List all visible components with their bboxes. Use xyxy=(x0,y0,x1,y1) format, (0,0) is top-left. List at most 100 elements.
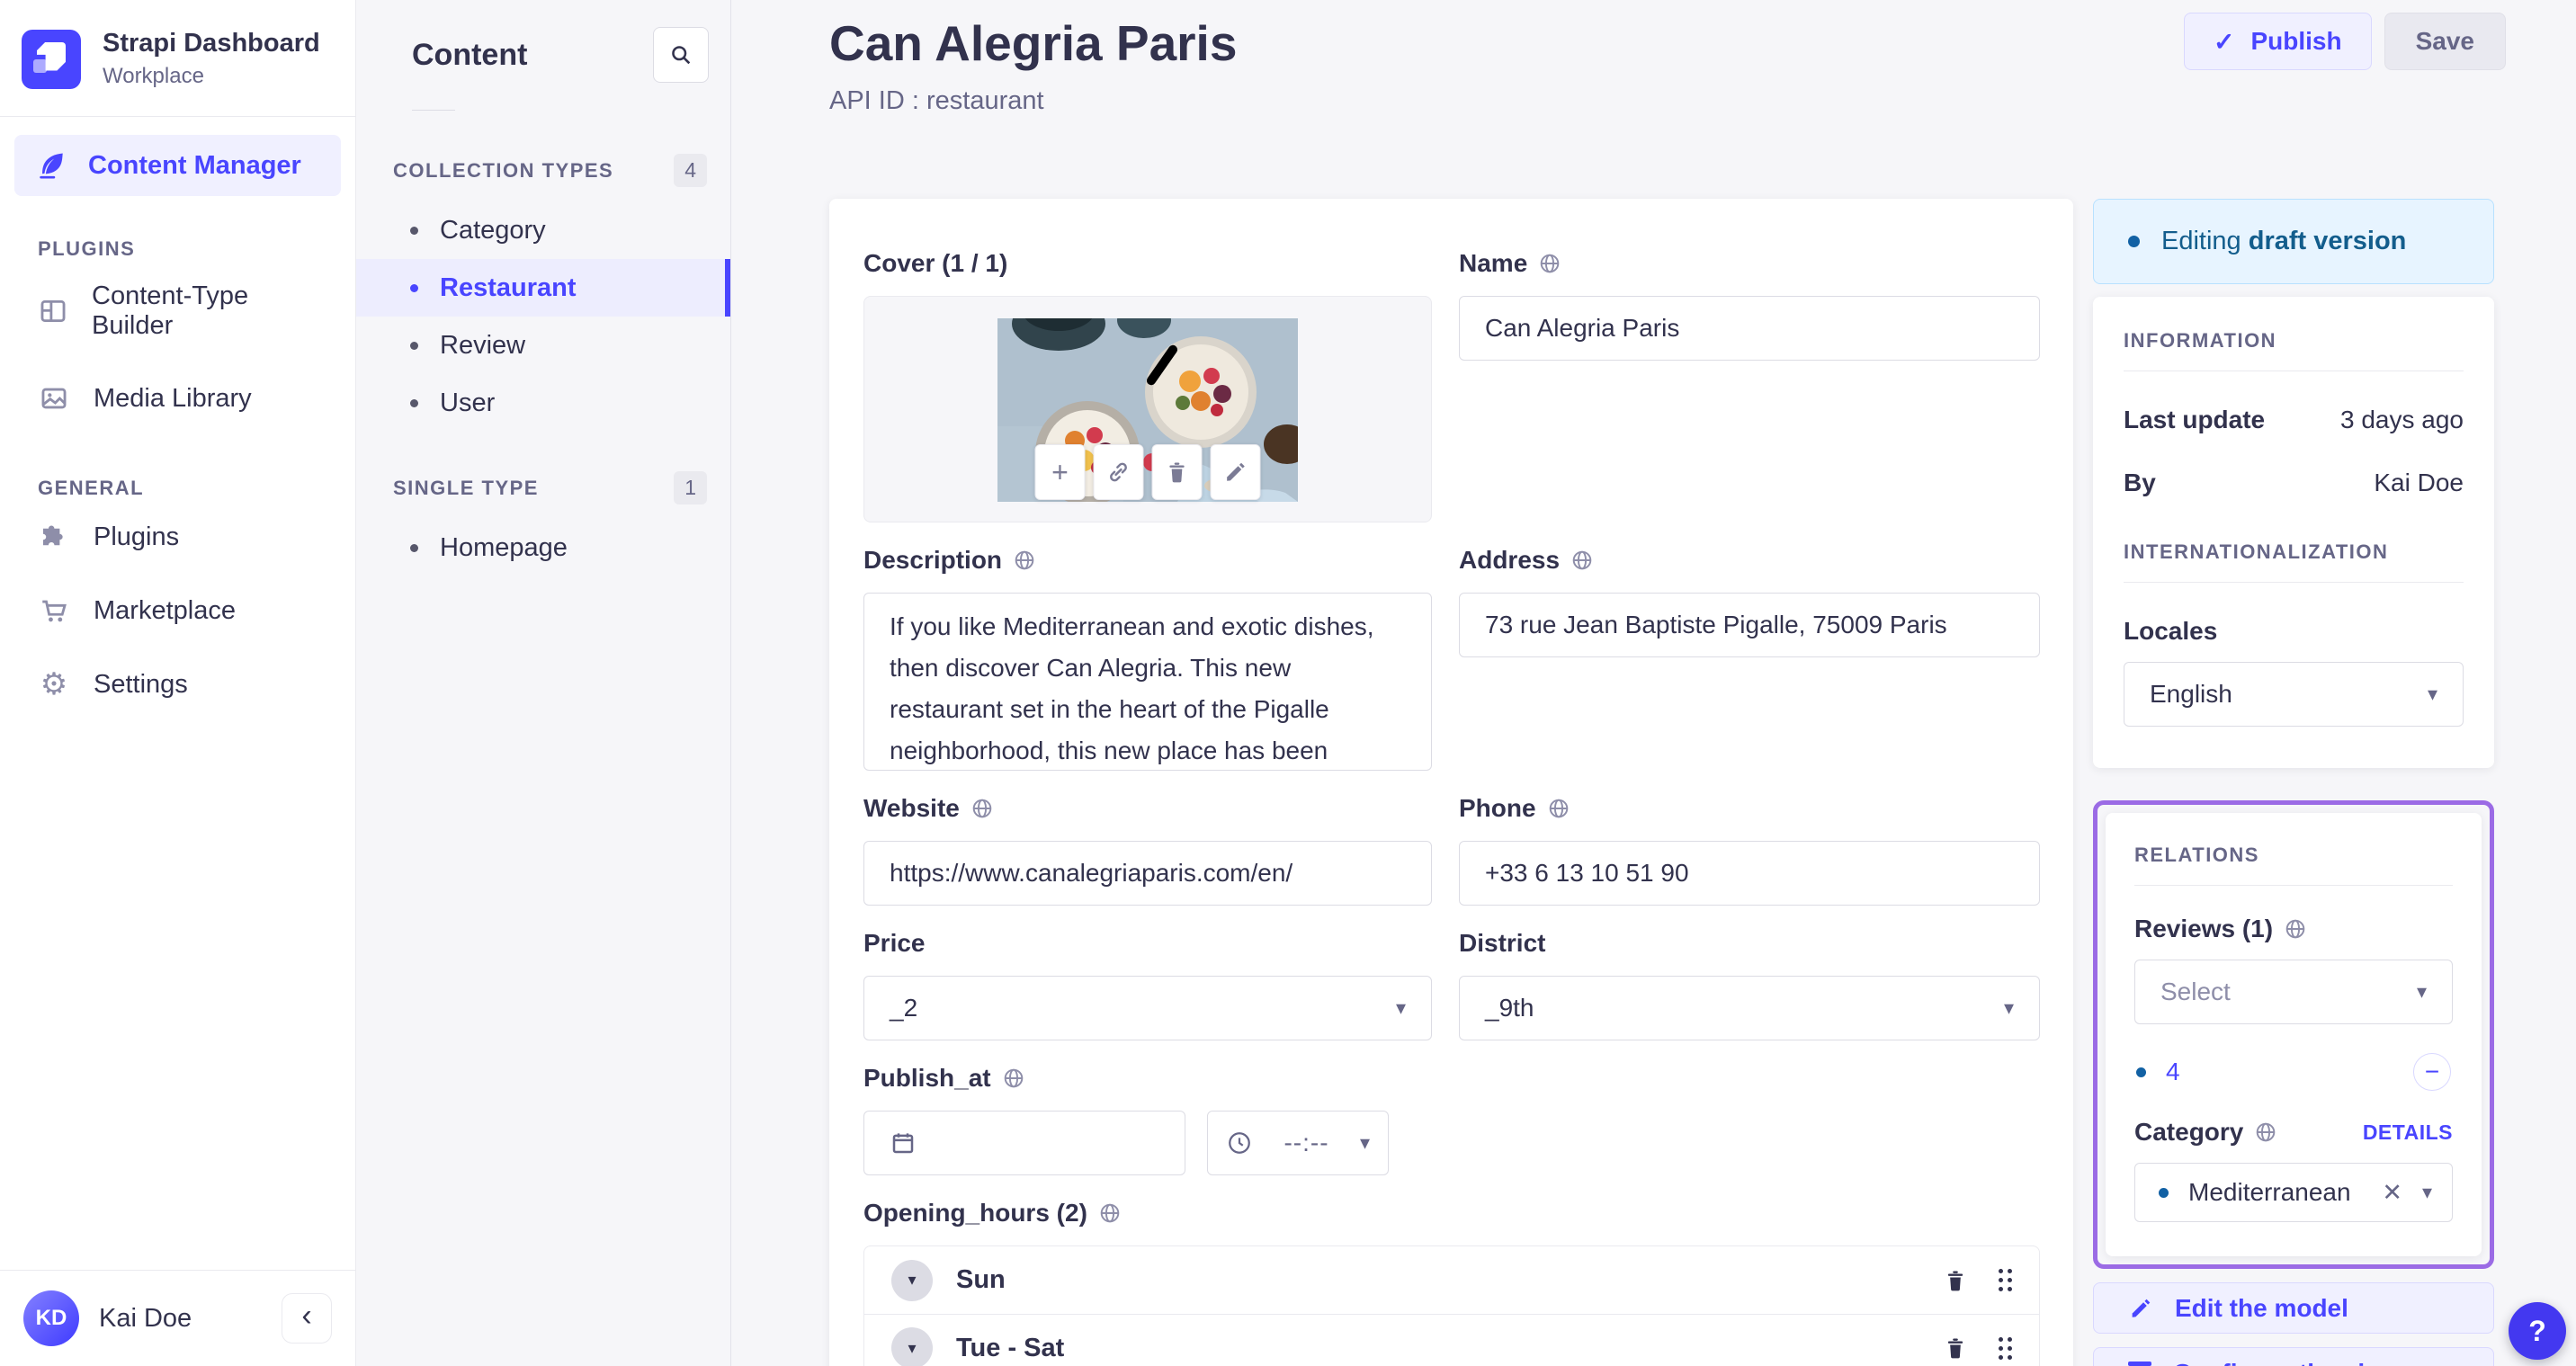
cover-label: Cover (1 / 1) xyxy=(863,249,1008,277)
chevron-down-icon: ▾ xyxy=(908,1271,917,1289)
publish-at-field: Publish_at --:-- ▾ xyxy=(863,1064,1432,1175)
main-sidebar: Strapi Dashboard Workplace Content Manag… xyxy=(0,0,356,1366)
sidebar-item-marketplace[interactable]: Marketplace xyxy=(0,574,355,647)
subnav-item-restaurant[interactable]: Restaurant xyxy=(356,259,730,317)
cover-upload-area[interactable]: + xyxy=(863,296,1432,522)
category-relation-box[interactable]: Mediterranean ✕ ▾ xyxy=(2134,1163,2453,1222)
sidebar-section-general: GENERAL xyxy=(38,477,145,499)
details-link[interactable]: DETAILS xyxy=(2363,1120,2453,1145)
chevron-down-icon: ▾ xyxy=(1359,1131,1370,1154)
price-select[interactable]: _2 ▾ xyxy=(863,976,1432,1040)
website-input[interactable]: https://www.canalegriaparis.com/en/ xyxy=(863,841,1432,906)
name-input[interactable]: Can Alegria Paris xyxy=(1459,296,2040,361)
drag-handle-icon[interactable] xyxy=(1999,1269,2003,1273)
puzzle-icon xyxy=(38,521,70,553)
spacer-cell xyxy=(1459,1064,2040,1175)
draft-status-banner: Editing draft version xyxy=(2093,199,2494,284)
help-button[interactable]: ? xyxy=(2509,1302,2566,1360)
website-label: Website xyxy=(863,794,960,822)
divider xyxy=(412,110,455,111)
globe-icon xyxy=(1570,549,1594,572)
description-label: Description xyxy=(863,546,1003,574)
chevron-down-icon: ▾ xyxy=(2003,996,2014,1019)
trash-icon[interactable] xyxy=(1943,1268,1968,1293)
description-textarea[interactable]: If you like Mediterranean and exotic dis… xyxy=(863,593,1432,771)
content-subnav: Content COLLECTION TYPES 4 Category Rest… xyxy=(356,0,731,1366)
address-input[interactable]: 73 rue Jean Baptiste Pigalle, 75009 Pari… xyxy=(1459,593,2040,657)
chevron-left-icon: ‹ xyxy=(301,1298,312,1333)
trash-icon[interactable] xyxy=(1943,1335,1968,1361)
sidebar-item-label: Marketplace xyxy=(94,595,236,625)
pencil-icon xyxy=(2128,1296,2153,1321)
app-brand: Strapi Dashboard Workplace xyxy=(0,0,355,116)
globe-icon xyxy=(2284,917,2307,941)
sidebar-item-media-library[interactable]: Media Library xyxy=(0,362,355,435)
remove-relation-button[interactable]: − xyxy=(2413,1053,2451,1091)
publish-at-time-input[interactable]: --:-- ▾ xyxy=(1207,1111,1389,1175)
workspace-label: Workplace xyxy=(103,64,204,88)
review-relation-link[interactable]: 4 xyxy=(2166,1058,2413,1086)
sidebar-section-plugins: PLUGINS xyxy=(38,237,136,260)
globe-icon xyxy=(1002,1067,1025,1090)
globe-icon xyxy=(1013,549,1036,572)
globe-icon xyxy=(1538,252,1561,275)
chevron-down-icon: ▾ xyxy=(2416,980,2427,1003)
edit-model-button[interactable]: Edit the model xyxy=(2093,1282,2494,1334)
bullet-icon xyxy=(410,341,418,350)
sidebar-item-settings[interactable]: ⚙ Settings xyxy=(0,647,355,721)
search-button[interactable] xyxy=(653,27,709,83)
globe-icon xyxy=(970,797,994,820)
district-select[interactable]: _9th ▾ xyxy=(1459,976,2040,1040)
opening-hours-item-tue-sat: ▾ Tue - Sat xyxy=(864,1314,2039,1366)
district-field: District _9th ▾ xyxy=(1459,929,2040,1040)
by-row: By Kai Doe xyxy=(2124,469,2464,496)
collapse-sidebar-button[interactable]: ‹ xyxy=(282,1293,332,1344)
expand-toggle-button[interactable]: ▾ xyxy=(891,1327,933,1366)
picture-icon xyxy=(38,382,70,415)
configure-view-button[interactable]: Configure the view xyxy=(2093,1347,2494,1366)
subnav-item-review[interactable]: Review xyxy=(356,317,730,374)
publish-button[interactable]: ✓ Publish xyxy=(2184,13,2372,70)
copy-link-button[interactable] xyxy=(1093,444,1144,500)
opening-hours-field: Opening_hours (2) ▾ Sun ▾ Tue - Sat xyxy=(863,1199,2040,1366)
subnav-item-category[interactable]: Category xyxy=(356,201,730,259)
subnav-item-homepage[interactable]: Homepage xyxy=(356,519,730,576)
relations-section-title: RELATIONS xyxy=(2134,844,2259,866)
information-card: INFORMATION Last update 3 days ago By Ka… xyxy=(2093,297,2494,768)
delete-media-button[interactable] xyxy=(1151,444,1203,500)
minus-icon: − xyxy=(2424,1058,2440,1085)
subnav-item-user[interactable]: User xyxy=(356,374,730,432)
status-dot-icon xyxy=(2128,236,2140,247)
publish-at-date-input[interactable] xyxy=(863,1111,1185,1175)
main-area: Can Alegria Paris API ID : restaurant ✓ … xyxy=(731,0,2576,1366)
address-label: Address xyxy=(1459,546,1561,574)
address-field: Address 73 rue Jean Baptiste Pigalle, 75… xyxy=(1459,546,2040,771)
relations-card: RELATIONS Reviews (1) Select ▾ 4 − Categ… xyxy=(2106,813,2482,1256)
drag-handle-icon[interactable] xyxy=(1999,1336,2003,1342)
pencil-icon xyxy=(1223,460,1248,485)
group-label-single-type: SINGLE TYPE xyxy=(393,476,539,499)
save-button[interactable]: Save xyxy=(2384,13,2506,70)
reviews-select[interactable]: Select ▾ xyxy=(2134,960,2453,1024)
name-field: Name Can Alegria Paris xyxy=(1459,249,2040,522)
subnav-item-label: Category xyxy=(440,215,546,245)
phone-input[interactable]: +33 6 13 10 51 90 xyxy=(1459,841,2040,906)
category-value: Mediterranean xyxy=(2188,1178,2351,1206)
locale-select[interactable]: English ▾ xyxy=(2124,662,2464,727)
expand-toggle-button[interactable]: ▾ xyxy=(891,1259,933,1301)
clear-category-icon[interactable]: ✕ xyxy=(2382,1179,2402,1207)
sidebar-item-plugins[interactable]: Plugins xyxy=(0,500,355,574)
sidebar-item-label: Content Manager xyxy=(88,150,301,180)
globe-icon xyxy=(1547,797,1570,820)
strapi-logo-icon xyxy=(22,29,81,89)
i18n-section-title: INTERNATIONALIZATION xyxy=(2124,540,2389,563)
add-media-button[interactable]: + xyxy=(1034,444,1086,500)
subnav-item-label: User xyxy=(440,388,496,417)
app-title: Strapi Dashboard xyxy=(103,29,320,58)
sidebar-item-content-manager[interactable]: Content Manager xyxy=(14,135,341,196)
link-icon xyxy=(1106,460,1131,485)
opening-hours-item-sun: ▾ Sun xyxy=(864,1246,2039,1314)
status-dot-icon xyxy=(2136,1067,2146,1077)
sidebar-item-content-type-builder[interactable]: Content-Type Builder xyxy=(0,261,355,362)
edit-media-button[interactable] xyxy=(1210,444,1261,500)
